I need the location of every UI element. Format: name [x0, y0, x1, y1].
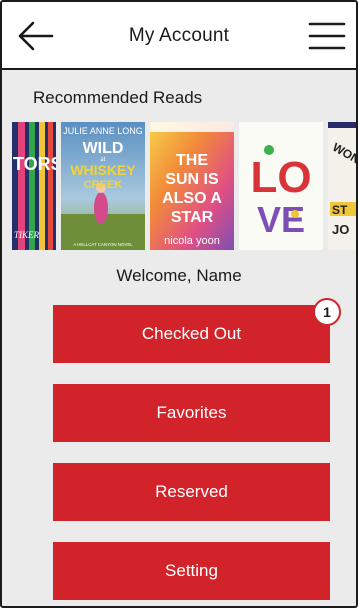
book-cover-text: TIKER: [14, 230, 40, 240]
app-screen: My Account Recommended Reads TORS TIKER: [0, 0, 358, 608]
book-cover-text: CREEK: [84, 179, 123, 191]
checked-out-button[interactable]: Checked Out: [53, 305, 330, 363]
top-bar: My Account: [2, 2, 356, 70]
book-cover-text: nicola yoon: [164, 235, 220, 247]
book-cover-text: VE: [257, 199, 305, 240]
book-cover-text: LO: [250, 153, 311, 202]
book-cover-text: ALSO A: [162, 190, 222, 207]
book-cover-text: TORS: [13, 154, 56, 174]
favorites-button[interactable]: Favorites: [53, 384, 330, 442]
book-cover[interactable]: LO VE: [239, 122, 323, 250]
book-cover[interactable]: TORS TIKER: [12, 122, 56, 250]
menu-button[interactable]: [308, 20, 346, 52]
page-title: My Account: [128, 25, 230, 46]
book-cover-text: SUN IS: [165, 171, 219, 188]
book-cover-text: THE: [176, 152, 208, 169]
checked-out-count-badge: 1: [313, 298, 341, 326]
book-cover[interactable]: THE SUN IS ALSO A STAR nicola yoon: [150, 122, 234, 250]
book-cover-text: JO: [332, 222, 349, 237]
recommended-reads-heading: Recommended Reads: [33, 88, 203, 107]
book-cover-text: STAR: [171, 209, 214, 226]
book-cover-text: JULIE ANNE LONG: [63, 126, 143, 136]
recommended-carousel[interactable]: TORS TIKER JULIE ANNE LONG WILD: [2, 120, 356, 252]
hamburger-menu-icon: [308, 22, 346, 50]
reserved-button[interactable]: Reserved: [53, 463, 330, 521]
book-cover[interactable]: JULIE ANNE LONG WILD at WHISKEY CREEK A …: [61, 122, 145, 250]
setting-button[interactable]: Setting: [53, 542, 330, 600]
book-cover-text: A HELLCAT CANYON NOVEL: [73, 242, 133, 247]
book-cover-text: WHISKEY: [70, 162, 136, 178]
book-cover[interactable]: WON ST JO: [328, 122, 356, 250]
welcome-message: Welcome, Name: [116, 266, 242, 285]
book-cover-text: ST: [332, 203, 348, 217]
